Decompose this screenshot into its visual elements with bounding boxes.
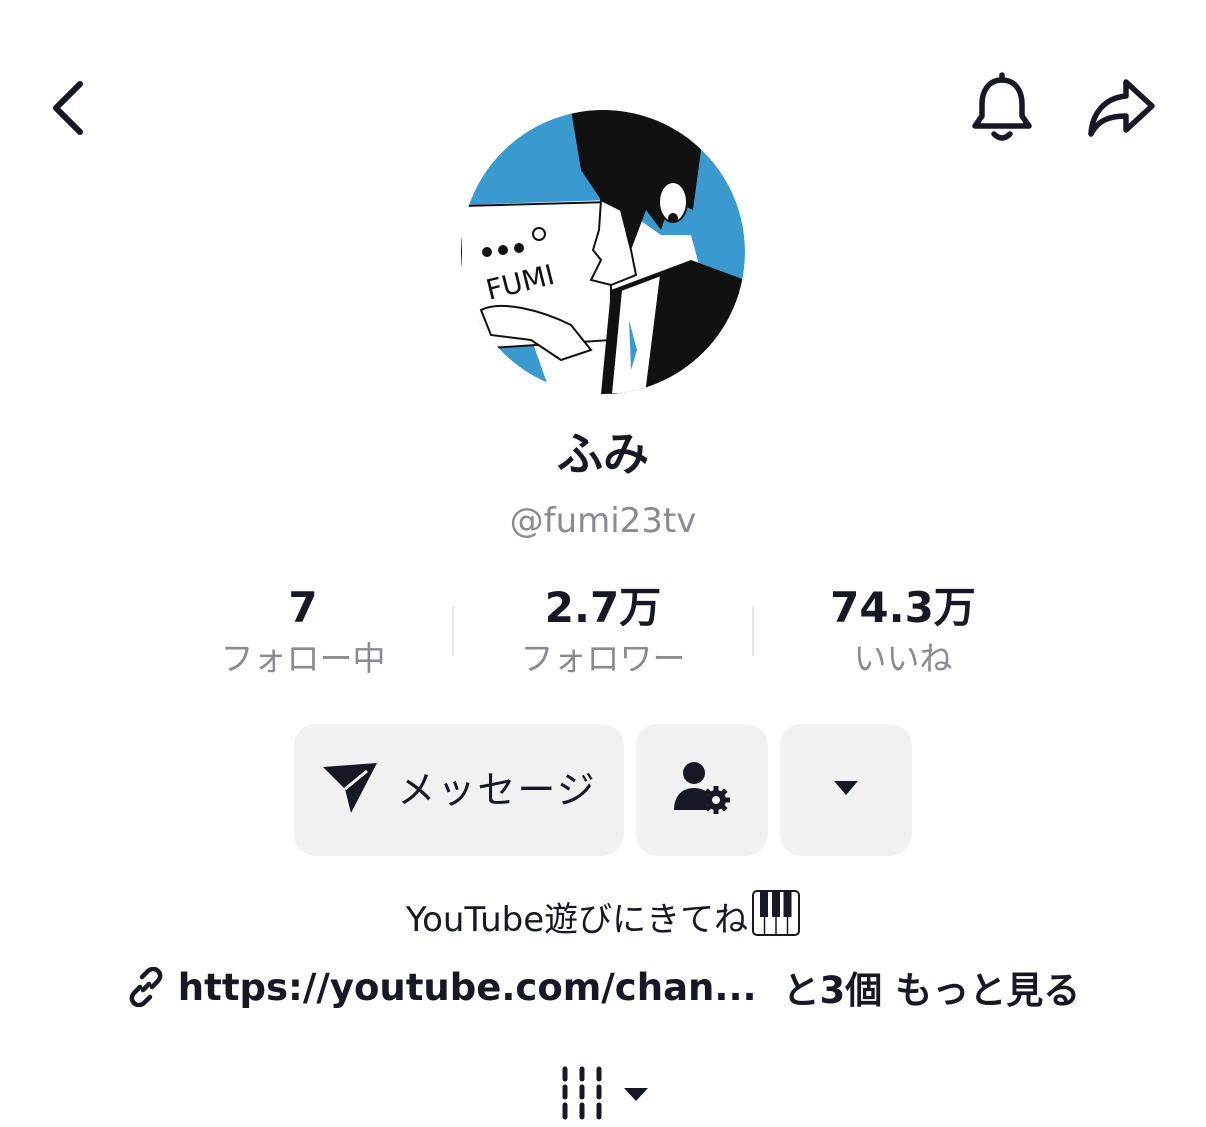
send-icon <box>321 761 379 819</box>
bars-caret-icon <box>556 1063 652 1127</box>
stat-following[interactable]: 7 フォロー中 <box>154 580 452 684</box>
bio-link-row: https://youtube.com/chan... と3個 もっと見る <box>0 960 1206 1014</box>
stat-following-label: フォロー中 <box>220 639 386 678</box>
stat-likes-label: いいね <box>853 639 953 678</box>
piano-keys-icon <box>752 890 801 950</box>
more-options-button[interactable] <box>780 724 912 856</box>
user-gear-icon <box>672 760 732 820</box>
share-arrow-icon <box>1086 76 1158 144</box>
stat-followers-value: 2.7万 <box>544 583 662 632</box>
stat-likes[interactable]: 74.3万 いいね <box>754 580 1052 684</box>
username: @fumi23tv <box>509 501 697 541</box>
stat-likes-value: 74.3万 <box>830 583 976 632</box>
share-button[interactable] <box>1082 74 1162 146</box>
link-icon <box>126 967 166 1007</box>
stat-followers-label: フォロワー <box>520 639 686 678</box>
chevron-left-icon <box>48 78 88 142</box>
message-button-label: メッセージ <box>397 768 597 812</box>
profile-avatar[interactable]: FUMI <box>461 110 745 394</box>
bio-link-url[interactable]: https://youtube.com/chan... <box>178 966 757 1009</box>
profile-stats: 7 フォロー中 2.7万 フォロワー 74.3万 いいね <box>154 580 1052 684</box>
notification-bell-button[interactable] <box>966 72 1038 148</box>
back-button[interactable] <box>36 74 100 146</box>
bell-icon <box>969 72 1035 148</box>
message-button[interactable]: メッセージ <box>294 724 624 856</box>
see-more-links[interactable]: と3個 もっと見る <box>783 960 1081 1014</box>
display-name: ふみ <box>557 427 649 481</box>
friend-settings-button[interactable] <box>636 724 768 856</box>
stat-following-value: 7 <box>288 583 318 632</box>
stat-followers[interactable]: 2.7万 フォロワー <box>454 580 752 684</box>
bio-text: YouTube遊びにきてね <box>405 900 749 940</box>
profile-bio: YouTube遊びにきてね <box>0 890 1206 950</box>
playlist-toggle-button[interactable] <box>556 1064 656 1126</box>
caret-down-icon <box>832 778 860 802</box>
